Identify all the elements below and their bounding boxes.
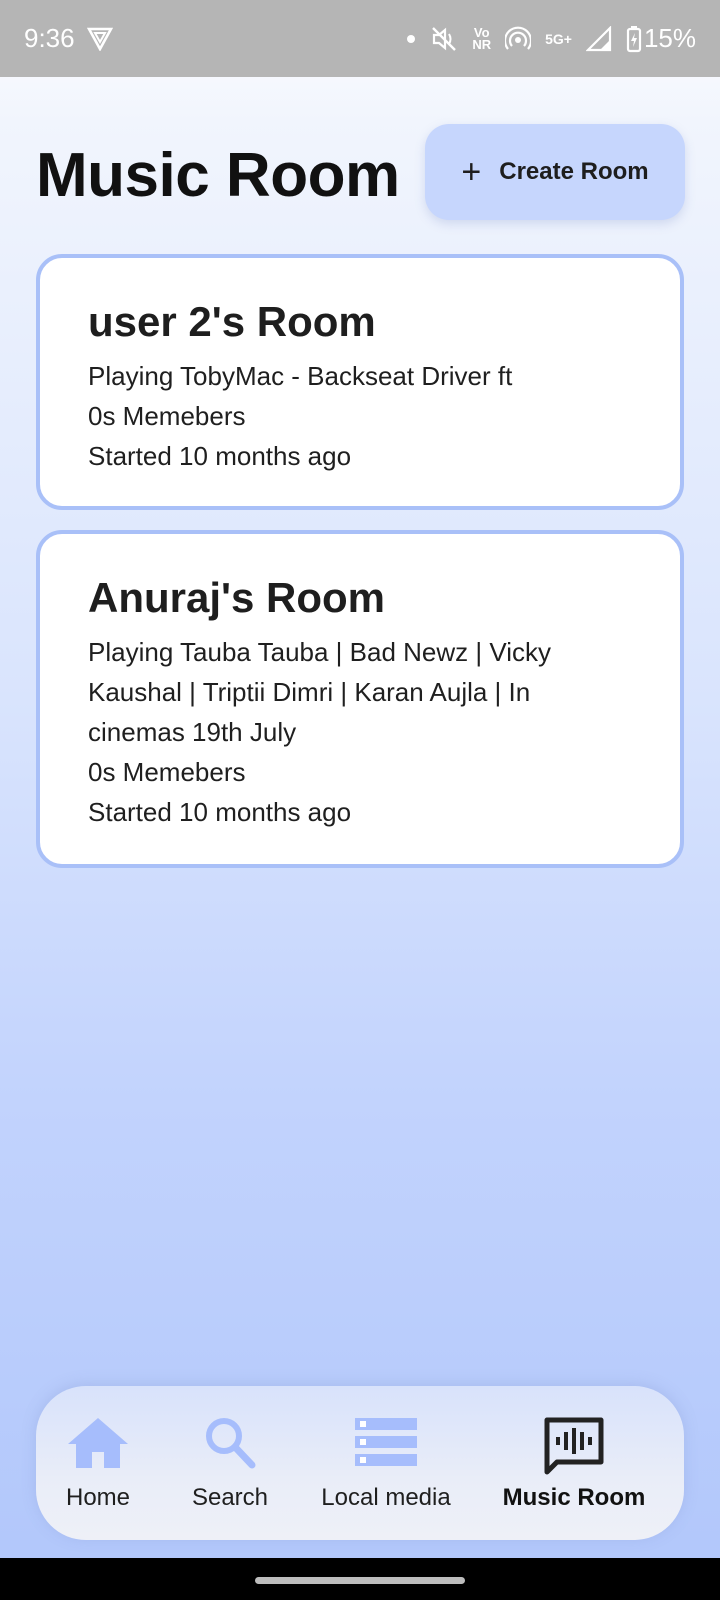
nav-label: Local media: [321, 1484, 451, 1511]
battery-percent: 15%: [643, 23, 696, 53]
create-room-label: Create Room: [499, 158, 649, 185]
battery-charging-icon: [626, 25, 642, 53]
vpn-shield-icon: [86, 27, 113, 51]
create-room-button[interactable]: + Create Room: [425, 124, 685, 220]
home-gesture-handle[interactable]: [255, 1577, 465, 1584]
nav-item-local-media[interactable]: Local media: [318, 1386, 454, 1540]
volte-icon: Vo NR: [472, 26, 492, 52]
mute-icon: [430, 26, 458, 52]
dot-icon: [406, 34, 416, 44]
room-started: Started 10 months ago: [88, 441, 352, 471]
music-room-icon: [543, 1416, 605, 1481]
room-now-playing-line: cinemas 19th July: [88, 717, 297, 747]
nav-label: Home: [65, 1484, 131, 1511]
bottom-nav: Home Search Local media Music Room: [36, 1386, 684, 1540]
room-started: Started 10 months ago: [88, 797, 352, 827]
nav-label: Music Room: [502, 1484, 646, 1511]
room-card[interactable]: Anuraj's Room Playing Tauba Tauba | Bad …: [36, 530, 684, 868]
room-members: 0s Memebers: [88, 757, 246, 787]
status-time: 9:36: [24, 23, 75, 53]
nav-item-home[interactable]: Home: [48, 1386, 148, 1540]
nav-item-search[interactable]: Search: [180, 1386, 280, 1540]
nav-label: Search: [191, 1484, 269, 1511]
home-icon: [66, 1416, 130, 1475]
room-now-playing-line: Kaushal | Triptii Dimri | Karan Aujla | …: [88, 677, 531, 707]
status-bar: 9:36 Vo NR 5G+ 15%: [0, 0, 720, 77]
nav-item-music-room[interactable]: Music Room: [503, 1386, 645, 1540]
page-title: Music Room: [36, 141, 400, 210]
room-card[interactable]: user 2's Room Playing TobyMac - Backseat…: [36, 254, 684, 510]
signal-icon: [585, 25, 612, 52]
storage-icon: [355, 1416, 417, 1473]
room-members: 0s Memebers: [88, 401, 246, 431]
plus-icon: +: [461, 153, 482, 191]
hotspot-icon: [505, 26, 532, 52]
gesture-bar: [0, 1558, 720, 1600]
nr-text: NR: [472, 36, 492, 52]
room-now-playing-line: Playing Tauba Tauba | Bad Newz | Vicky: [88, 637, 552, 667]
search-icon: [202, 1416, 258, 1475]
room-title: user 2's Room: [88, 298, 376, 345]
room-now-playing: Playing TobyMac - Backseat Driver ft: [88, 361, 513, 391]
room-title: Anuraj's Room: [88, 574, 386, 621]
network-type: 5G+: [545, 30, 572, 47]
